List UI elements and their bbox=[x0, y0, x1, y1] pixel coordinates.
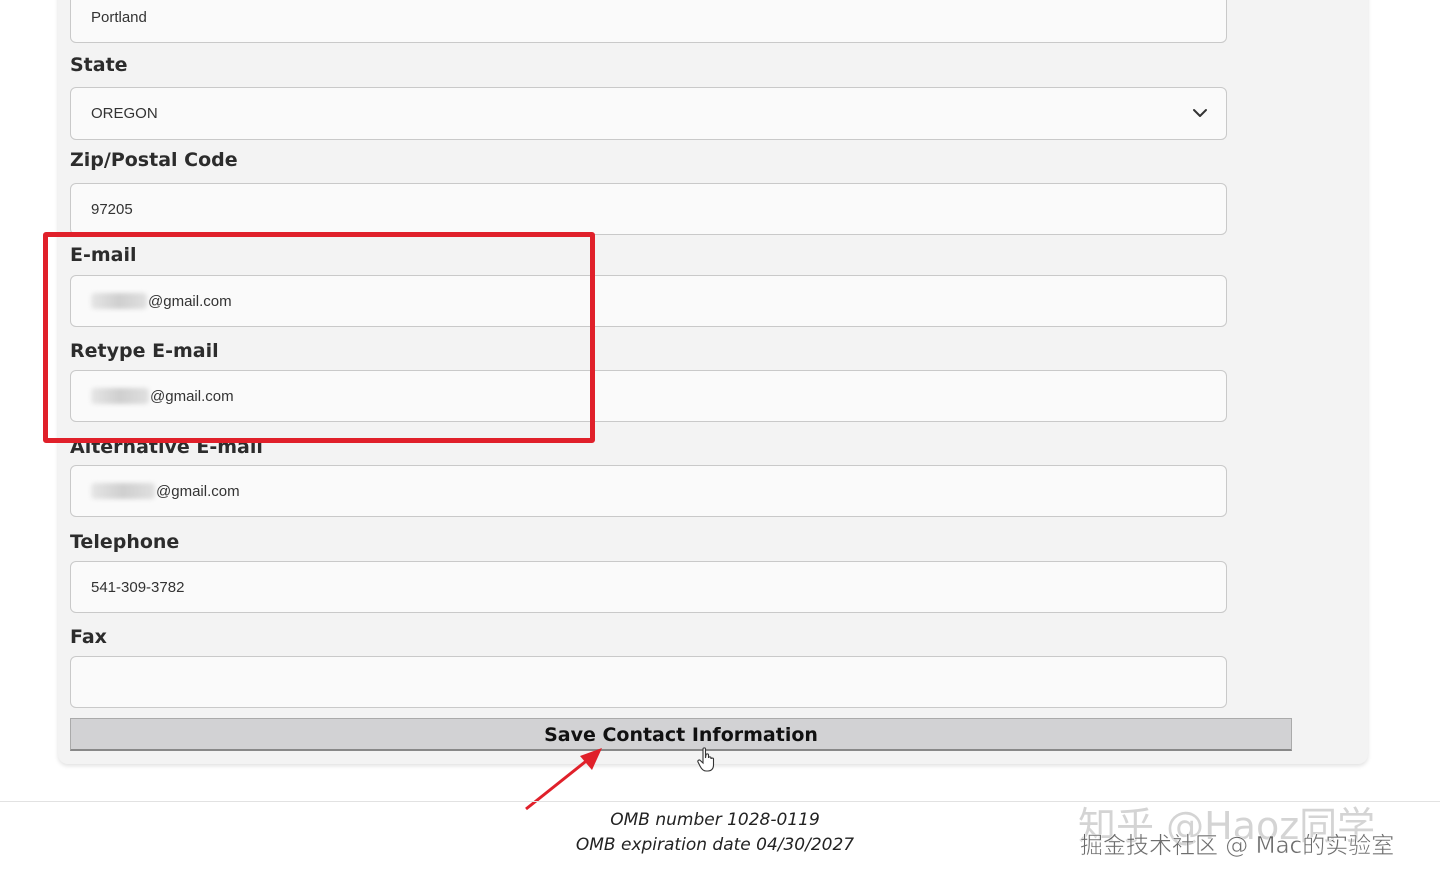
alt-email-value: @gmail.com bbox=[156, 482, 240, 500]
arrow-annotation bbox=[525, 748, 602, 811]
telephone-value: 541-309-3782 bbox=[91, 578, 185, 596]
city-input[interactable]: Portland bbox=[70, 0, 1227, 43]
fax-label: Fax bbox=[70, 626, 107, 648]
telephone-input[interactable]: 541-309-3782 bbox=[70, 561, 1227, 613]
city-value: Portland bbox=[91, 9, 147, 26]
save-contact-button[interactable]: Save Contact Information bbox=[70, 718, 1292, 751]
telephone-label: Telephone bbox=[70, 531, 180, 553]
chevron-down-icon bbox=[1193, 109, 1207, 117]
redacted-username bbox=[91, 483, 155, 499]
state-value: OREGON bbox=[91, 105, 158, 122]
hand-cursor-icon bbox=[697, 747, 715, 772]
state-label: State bbox=[70, 54, 128, 76]
zip-value: 97205 bbox=[91, 200, 133, 218]
zip-input[interactable]: 97205 bbox=[70, 183, 1227, 235]
fax-input[interactable] bbox=[70, 656, 1227, 708]
state-select[interactable]: OREGON bbox=[70, 87, 1227, 140]
highlight-box bbox=[43, 232, 595, 443]
alt-email-input[interactable]: @gmail.com bbox=[70, 465, 1227, 517]
zip-label: Zip/Postal Code bbox=[70, 149, 238, 171]
watermark-juejin: 掘金技术社区 @ Mac的实验室 bbox=[1080, 833, 1395, 860]
